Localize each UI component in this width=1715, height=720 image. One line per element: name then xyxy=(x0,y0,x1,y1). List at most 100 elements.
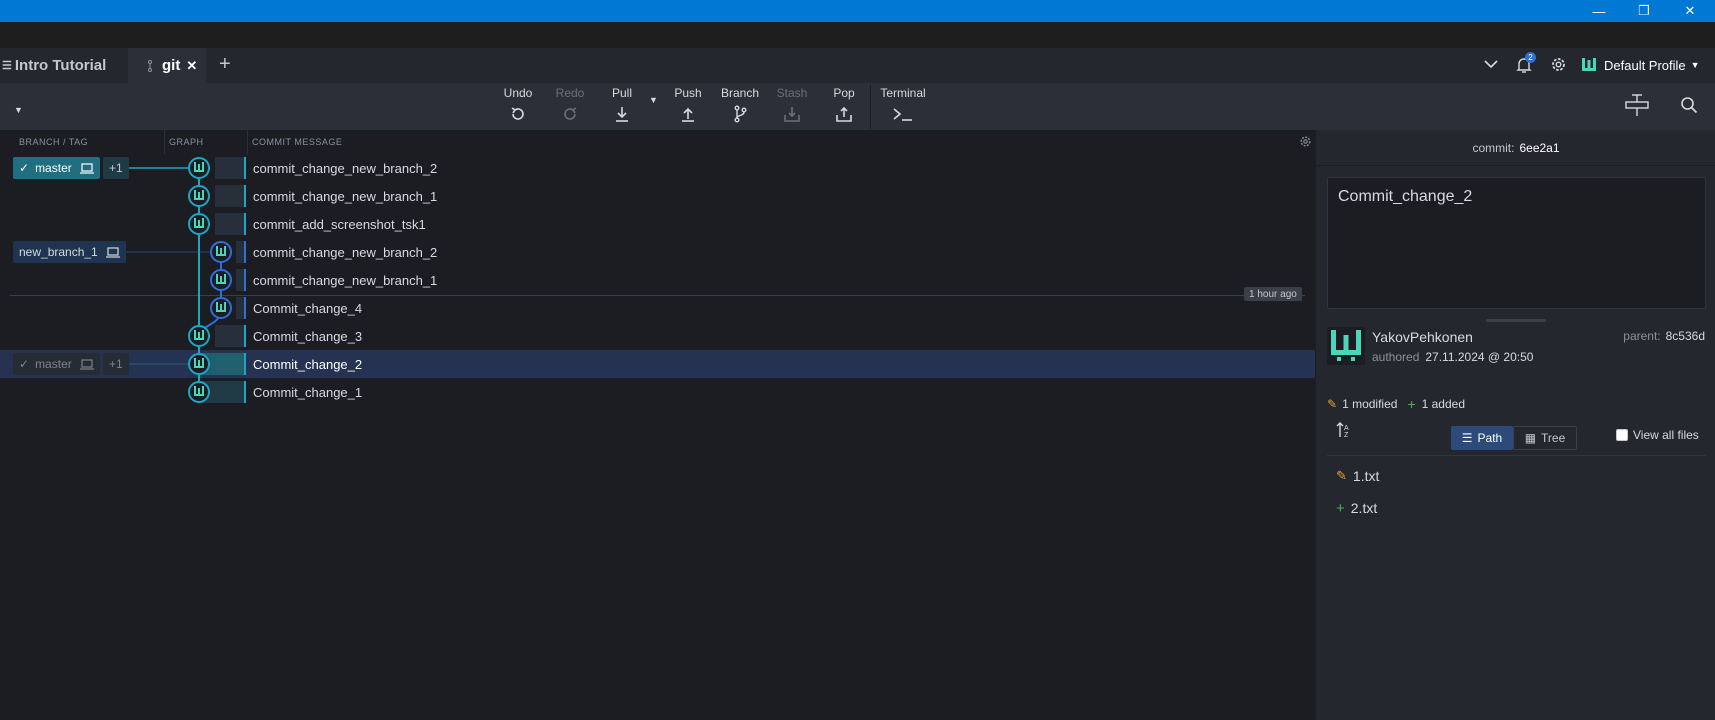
laptop-icon xyxy=(79,163,94,174)
time-marker: 1 hour ago xyxy=(1244,287,1302,301)
svg-text:Z: Z xyxy=(1344,432,1349,439)
commit-message-box[interactable]: Commit_change_2 xyxy=(1327,177,1706,309)
author-avatar xyxy=(1327,327,1365,365)
redo-icon xyxy=(564,107,577,120)
resize-handle[interactable] xyxy=(1486,319,1546,322)
branch-icon xyxy=(148,59,152,72)
branch-create-icon xyxy=(734,105,747,123)
profile-avatar-icon xyxy=(1580,56,1598,74)
window-titlebar: — ❐ ✕ xyxy=(0,0,1715,22)
profile-label: Default Profile xyxy=(1604,57,1686,73)
tab-label: Intro Tutorial xyxy=(14,57,107,74)
terminal-icon xyxy=(893,108,912,121)
tab-label: git xyxy=(162,57,181,74)
new-tab-icon[interactable]: + xyxy=(219,53,231,76)
redo-button[interactable]: Redo xyxy=(545,86,595,128)
authored-label: authored xyxy=(1372,350,1420,364)
gear-icon[interactable] xyxy=(1550,56,1567,78)
pop-label: Pop xyxy=(833,86,855,100)
tab-bar: ☰ Intro Tutorial git ✕ + 2 Default Profi… xyxy=(0,48,1715,83)
search-icon[interactable] xyxy=(1680,96,1698,119)
chevron-down-icon[interactable] xyxy=(1483,56,1499,77)
tree-view-button[interactable]: ▦ Tree xyxy=(1513,426,1577,450)
pull-options-caret-icon[interactable]: ▼ xyxy=(649,95,658,105)
authored-date: 27.11.2024 @ 20:50 xyxy=(1425,350,1534,364)
profile-selector[interactable]: Default Profile ▼ xyxy=(1580,52,1700,78)
commit-message: commit_change_new_branch_1 xyxy=(253,188,438,204)
branch-pill-new-branch-1[interactable]: new_branch_1 xyxy=(13,241,126,263)
notification-badge: 2 xyxy=(1525,52,1536,63)
commit-detail-panel: commit: 6ee2a1 Commit_change_2 YakovPehk… xyxy=(1315,130,1715,720)
minimize-icon[interactable]: — xyxy=(1577,0,1621,22)
close-tab-icon[interactable]: ✕ xyxy=(186,58,197,74)
change-summary: ✎ 1 modified + 1 added xyxy=(1327,396,1465,412)
branch-label: master xyxy=(35,161,72,175)
branch-label: master xyxy=(35,357,72,371)
undo-button[interactable]: Undo xyxy=(493,86,543,128)
undo-icon xyxy=(511,107,524,120)
close-icon[interactable]: ✕ xyxy=(1668,0,1712,22)
commit-message: Commit_change_4 xyxy=(253,300,363,316)
layout-toggle-icon[interactable] xyxy=(1624,94,1650,123)
branch-button[interactable]: Branch xyxy=(715,86,765,128)
authored-line: authored 27.11.2024 @ 20:50 xyxy=(1372,350,1533,364)
stash-icon xyxy=(784,107,800,122)
commit-graph-panel: BRANCH / TAG GRAPH COMMIT MESSAGE commit… xyxy=(0,130,1315,720)
file-name: 2.txt xyxy=(1350,500,1378,516)
plus-icon: + xyxy=(1336,499,1345,517)
restore-icon[interactable]: ❐ xyxy=(1622,0,1666,22)
notification-bell-icon[interactable]: 2 xyxy=(1516,52,1536,79)
view-all-files-checkbox[interactable] xyxy=(1616,429,1628,441)
sort-icon[interactable]: AZ xyxy=(1336,421,1352,444)
added-count: 1 added xyxy=(1421,397,1466,411)
tab-intro-tutorial[interactable]: ☰ Intro Tutorial xyxy=(0,48,125,83)
stash-label: Stash xyxy=(776,86,808,100)
parent-line: parent: 8c536d xyxy=(1623,329,1705,343)
commit-message: commit_change_new_branch_2 xyxy=(253,160,438,176)
branch-extra-count[interactable]: +1 xyxy=(103,353,129,375)
modified-count: 1 modified xyxy=(1342,397,1398,411)
column-settings-gear-icon[interactable] xyxy=(1299,135,1312,153)
view-all-files-toggle[interactable]: View all files xyxy=(1616,428,1699,442)
repo-dropdown-caret-icon[interactable]: ▼ xyxy=(14,105,23,115)
redo-label: Redo xyxy=(555,86,585,100)
view-all-files-label: View all files xyxy=(1633,428,1699,442)
commit-message: Commit_change_2 xyxy=(253,356,363,372)
file-item[interactable]: ✎ 1.txt xyxy=(1336,464,1379,488)
svg-text:A: A xyxy=(1344,425,1349,432)
laptop-icon xyxy=(105,247,120,258)
pencil-icon: ✎ xyxy=(1327,397,1338,411)
list-icon: ☰ xyxy=(1461,431,1473,445)
branch-label: new_branch_1 xyxy=(19,245,98,259)
pencil-icon: ✎ xyxy=(1336,468,1347,483)
commit-message: commit_change_new_branch_1 xyxy=(253,272,438,288)
pop-button[interactable]: Pop xyxy=(819,86,869,128)
commit-message: Commit_change_3 xyxy=(253,328,363,344)
parent-sha[interactable]: 8c536d xyxy=(1666,329,1705,343)
commit-label: commit: xyxy=(1472,140,1515,155)
commit-header: commit: 6ee2a1 xyxy=(1316,130,1715,166)
column-header-commit-message[interactable]: COMMIT MESSAGE xyxy=(248,130,1308,154)
branch-pill-master-remote[interactable]: ✓ master xyxy=(13,353,100,375)
path-view-button[interactable]: ☰ Path xyxy=(1451,426,1513,450)
commit-sha[interactable]: 6ee2a1 xyxy=(1519,141,1559,155)
checkmark-icon: ✓ xyxy=(19,161,30,175)
pop-icon xyxy=(836,106,852,122)
commit-message: commit_add_screenshot_tsk1 xyxy=(253,216,426,232)
branch-extra-count[interactable]: +1 xyxy=(103,157,129,179)
file-item[interactable]: + 2.txt xyxy=(1336,496,1377,520)
tab-git[interactable]: git ✕ xyxy=(128,48,206,83)
pull-button[interactable]: Pull xyxy=(597,86,647,128)
push-button[interactable]: Push xyxy=(663,86,713,128)
parent-label: parent: xyxy=(1623,329,1661,343)
graduation-cap-icon: ☰ xyxy=(2,60,12,72)
terminal-button[interactable]: Terminal xyxy=(877,86,929,128)
stash-button[interactable]: Stash xyxy=(767,86,817,128)
toolbar-divider xyxy=(870,85,871,129)
path-label: Path xyxy=(1477,431,1503,445)
undo-label: Undo xyxy=(503,86,533,100)
commit-message: Commit_change_1 xyxy=(253,384,363,400)
branch-pill-master[interactable]: ✓ master xyxy=(13,157,100,179)
terminal-label: Terminal xyxy=(880,86,926,100)
author-name: YakovPehkonen xyxy=(1372,329,1473,345)
